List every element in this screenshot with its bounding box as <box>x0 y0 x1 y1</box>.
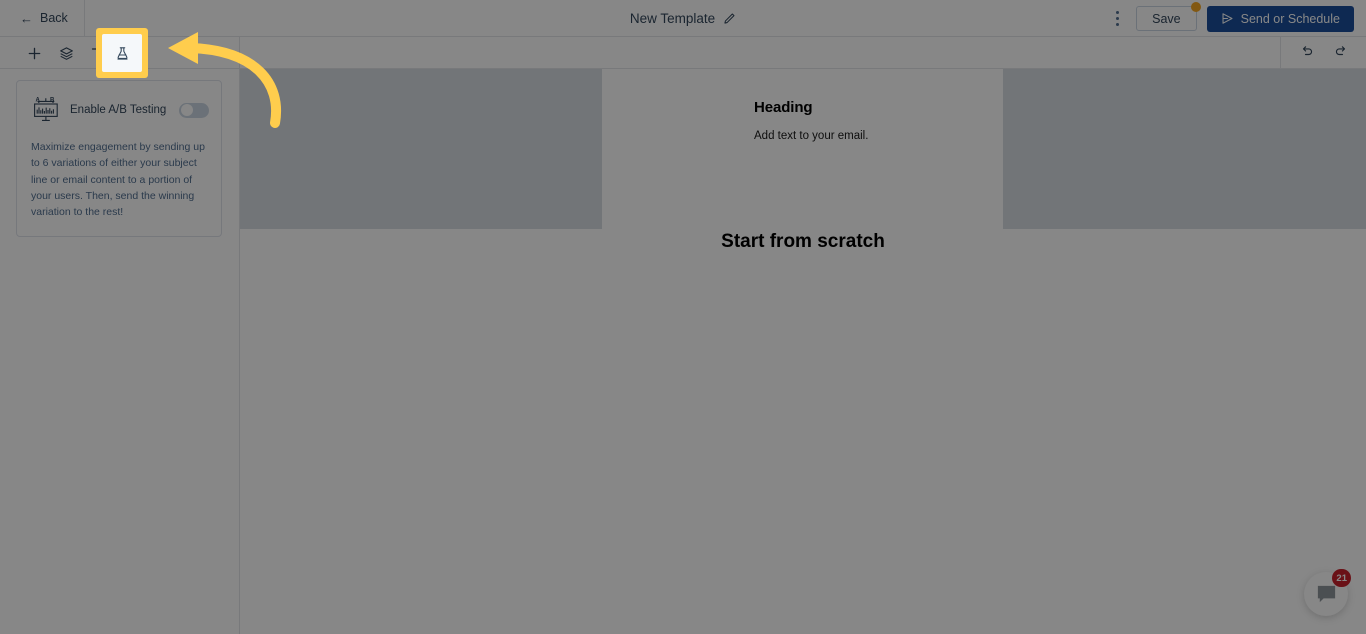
save-button[interactable]: Save <box>1136 2 1201 31</box>
email-editor-canvas: Heading Add text to your email. Start fr… <box>240 69 1366 634</box>
email-hero-row: Heading Add text to your email. <box>240 69 1366 229</box>
block-heading: Heading <box>754 99 813 116</box>
ab-testing-panel: A B Enable A/B Testing Maximize engageme… <box>16 80 222 238</box>
toolbar-history <box>1280 37 1366 69</box>
redo-icon <box>1334 44 1348 63</box>
top-bar-actions: Save Send or Schedule <box>1108 0 1354 37</box>
layers-icon <box>59 46 74 61</box>
start-from-scratch-label: Start from scratch <box>721 231 885 252</box>
back-arrow-icon: ← <box>20 10 33 26</box>
ab-test-chart-icon: A B <box>31 95 61 125</box>
back-button-label: Back <box>40 11 68 25</box>
block-subtext: Add text to your email. <box>754 130 869 142</box>
kebab-menu-icon[interactable] <box>1108 8 1126 30</box>
text-block[interactable]: Heading Add text to your email. <box>602 69 1003 229</box>
svg-text:A: A <box>36 97 41 103</box>
ab-testing-toggle[interactable] <box>179 102 209 118</box>
back-button[interactable]: ← Back <box>0 0 85 37</box>
chat-widget-button[interactable]: 21 <box>1304 569 1351 616</box>
editor-toolbar <box>0 37 1366 69</box>
ab-testing-description: Maximize engagement by sending up to 6 v… <box>31 141 205 219</box>
ab-testing-label: Enable A/B Testing <box>70 104 167 116</box>
chat-bubble-icon <box>1315 583 1338 606</box>
start-from-scratch-row[interactable]: Start from scratch <box>240 229 1366 289</box>
flask-icon <box>123 46 138 61</box>
app-root: ← Back New Template Save Send or Schedul… <box>0 0 1366 634</box>
layers-button[interactable] <box>54 41 78 65</box>
chat-unread-badge: 21 <box>1332 569 1351 587</box>
toggle-knob <box>180 104 193 116</box>
add-block-button[interactable] <box>22 41 46 65</box>
paper-plane-icon <box>1221 12 1234 25</box>
top-bar: ← Back New Template Save Send or Schedul… <box>0 0 1366 37</box>
pencil-icon[interactable] <box>723 12 736 25</box>
filter-button[interactable] <box>86 41 110 65</box>
redo-button[interactable] <box>1331 43 1351 63</box>
undo-button[interactable] <box>1297 43 1317 63</box>
ab-testing-button[interactable] <box>118 41 142 65</box>
toolbar-tools <box>0 37 240 69</box>
image-placeholder-left[interactable] <box>240 69 602 229</box>
filter-icon <box>91 46 106 61</box>
send-or-schedule-label: Send or Schedule <box>1240 11 1340 26</box>
undo-icon <box>1300 44 1314 63</box>
plus-icon <box>27 46 42 61</box>
ab-testing-toggle-row: A B Enable A/B Testing <box>31 95 209 125</box>
page-title: New Template <box>629 11 716 26</box>
send-or-schedule-button[interactable]: Send or Schedule <box>1206 5 1354 32</box>
save-button-label: Save <box>1152 11 1181 26</box>
image-placeholder-right[interactable] <box>1003 69 1366 229</box>
unsaved-changes-dot-icon <box>1190 2 1201 12</box>
